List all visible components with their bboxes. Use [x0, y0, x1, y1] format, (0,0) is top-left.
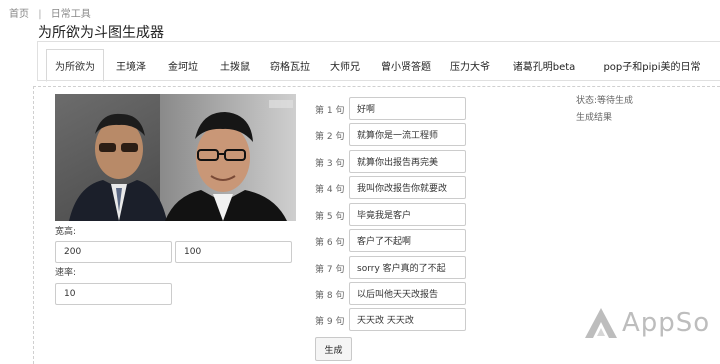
tab-zhugekongming[interactable]: 诸葛孔明beta	[504, 49, 584, 82]
tab-jinkela[interactable]: 金坷垃	[160, 49, 206, 82]
sentence-label-2: 第 2 句	[315, 132, 345, 142]
breadcrumb-home-link[interactable]: 首页	[9, 9, 29, 20]
size-label: 宽高:	[55, 227, 77, 237]
sentence-input-8[interactable]: 以后叫他天天改报告	[349, 282, 466, 305]
tab-yalidaye[interactable]: 压力大爷	[444, 49, 496, 82]
sentence-label-8: 第 8 句	[315, 291, 345, 301]
status-text: 状态:等待生成	[576, 96, 634, 106]
tab-wangjingze[interactable]: 王境泽	[108, 49, 154, 82]
sentence-input-9[interactable]: 天天改 天天改	[349, 308, 466, 331]
sentence-input-2[interactable]: 就算你是一流工程师	[349, 123, 466, 146]
tab-popzi-pipimei[interactable]: pop子和pipi美的日常	[590, 49, 714, 82]
sentence-input-7[interactable]: sorry 客户真的了不起	[349, 256, 466, 279]
result-label: 生成结果	[576, 113, 613, 123]
tab-divider	[37, 80, 720, 81]
sentence-input-5[interactable]: 毕竟我是客户	[349, 203, 466, 226]
meme-preview-image	[55, 94, 296, 221]
sentence-label-6: 第 6 句	[315, 238, 345, 248]
tab-tuboshu[interactable]: 土拨鼠	[212, 49, 258, 82]
generate-button[interactable]: 生成	[315, 337, 352, 361]
sentence-label-1: 第 1 句	[315, 106, 345, 116]
sentence-label-7: 第 7 句	[315, 265, 345, 275]
tab-weisuoyuwei[interactable]: 为所欲为	[46, 49, 104, 82]
width-input[interactable]: 200	[55, 241, 172, 263]
sentence-input-6[interactable]: 客户了不起啊	[349, 229, 466, 252]
sentence-input-4[interactable]: 我叫你改报告你就要改	[349, 176, 466, 199]
sentence-label-4: 第 4 句	[315, 185, 345, 195]
breadcrumb: 首页 | 日常工具	[9, 5, 91, 20]
tab-bar: 为所欲为 王境泽 金坷垃 土拨鼠 窃格瓦拉 大师兄 曾小贤答题 压力大爷 诸葛孔…	[37, 41, 720, 82]
sentence-label-5: 第 5 句	[315, 212, 345, 222]
tab-qiegewala[interactable]: 窃格瓦拉	[264, 49, 316, 82]
tab-zengxiaoxian[interactable]: 曾小贤答题	[374, 49, 438, 82]
sentence-label-3: 第 3 句	[315, 159, 345, 169]
sentence-label-9: 第 9 句	[315, 317, 345, 327]
breadcrumb-current[interactable]: 日常工具	[51, 9, 91, 20]
height-input[interactable]: 100	[175, 241, 292, 263]
breadcrumb-separator: |	[38, 9, 42, 20]
sentence-input-1[interactable]: 好啊	[349, 97, 466, 120]
sentence-input-3[interactable]: 就算你出报告再完美	[349, 150, 466, 173]
watermark-text: AppSo	[622, 308, 711, 338]
rate-label: 速率:	[55, 268, 77, 278]
rate-input[interactable]: 10	[55, 283, 172, 305]
page-title: 为所欲为斗图生成器	[38, 25, 164, 41]
tab-dashixiong[interactable]: 大师兄	[322, 49, 368, 82]
